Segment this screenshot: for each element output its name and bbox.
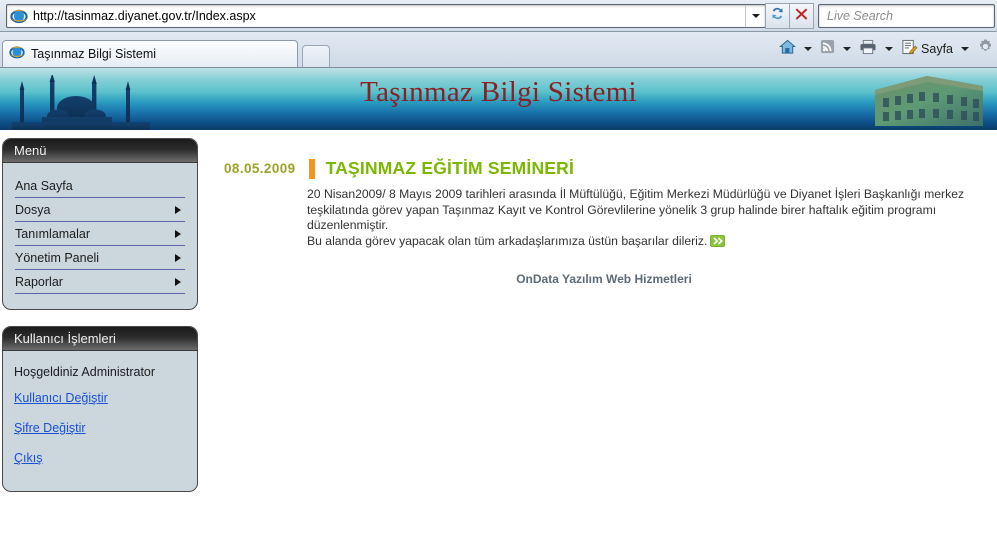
sidebar-item-dosya[interactable]: Dosya [15,198,185,222]
user-panel-title: Kullanıcı İşlemleri [14,331,116,346]
site-banner: Taşınmaz Bilgi Sistemi [0,68,997,130]
news-article: 08.05.2009 TAŞINMAZ EĞİTİM SEMİNERİ 20 N… [224,158,984,249]
page-footer: OnData Yazılım Web Hizmetleri [516,272,692,286]
menu-panel: Menü Ana Sayfa Dosya Tanımlamalar Yöneti… [2,138,198,310]
menu-panel-body: Ana Sayfa Dosya Tanımlamalar Yönetim Pan… [3,163,197,309]
article-body: 20 Nisan2009/ 8 Mayıs 2009 tarihleri ara… [307,187,972,249]
stop-button[interactable] [789,2,814,29]
rss-feed-icon [820,39,835,59]
chevron-right-icon [175,253,181,262]
sidebar-item-label: Yönetim Paneli [15,250,100,265]
home-button[interactable] [776,37,799,61]
banner-title: Taşınmaz Bilgi Sistemi [360,76,637,108]
command-bar: Sayfa [776,31,997,67]
building-photo-image [875,76,983,126]
print-icon [859,39,877,60]
stop-icon [794,6,809,26]
user-panel-body: Hoşgeldiniz Administrator Kullanıcı Deği… [3,351,197,491]
change-password-link[interactable]: Şifre Değiştir [14,421,86,435]
article-divider-bar [308,158,315,179]
internet-explorer-icon [10,7,28,25]
feeds-button[interactable] [817,37,838,61]
refresh-icon [770,6,785,26]
tab-favicon-icon [9,44,25,65]
sidebar-item-raporlar[interactable]: Raporlar [15,270,185,294]
article-header: 08.05.2009 TAŞINMAZ EĞİTİM SEMİNERİ [224,158,984,179]
browser-tab-active[interactable]: Taşınmaz Bilgi Sistemi [2,40,298,67]
print-dropdown-icon[interactable] [885,47,894,51]
address-bar[interactable]: http://tasinmaz.diyanet.gov.tr/Index.asp… [6,3,766,28]
user-panel: Kullanıcı İşlemleri Hoşgeldiniz Administ… [2,326,198,492]
chevron-right-icon [175,229,181,238]
article-date: 08.05.2009 [224,161,296,176]
page-content: Menü Ana Sayfa Dosya Tanımlamalar Yöneti… [0,130,997,548]
user-panel-header: Kullanıcı İşlemleri [3,327,197,351]
sidebar-item-tanimlamalar[interactable]: Tanımlamalar [15,222,185,246]
article-paragraph-2-wrapper: Bu alanda görev yapacak olan tüm arkadaş… [307,234,972,250]
new-tab-button[interactable] [302,45,330,67]
tools-button[interactable] [974,37,997,61]
sidebar-item-label: Raporlar [15,274,63,289]
refresh-button[interactable] [765,2,790,29]
article-paragraph-2: Bu alanda görev yapacak olan tüm arkadaş… [307,233,708,248]
sidebar-item-label: Ana Sayfa [15,178,73,193]
search-input[interactable]: Live Search [818,3,995,28]
page-menu-button[interactable]: Sayfa [898,37,956,61]
page-icon [901,39,918,60]
address-bar-text[interactable]: http://tasinmaz.diyanet.gov.tr/Index.asp… [33,9,256,23]
sidebar-item-label: Dosya [15,202,51,217]
chevron-right-icon [175,277,181,286]
feeds-dropdown-icon[interactable] [843,47,852,51]
logout-link[interactable]: Çıkış [14,451,42,465]
home-icon [779,39,796,60]
page-menu-label: Sayfa [921,42,953,56]
gear-icon [977,38,994,60]
tab-title: Taşınmaz Bilgi Sistemi [31,47,157,61]
page-menu-dropdown-icon[interactable] [961,47,969,51]
home-dropdown-icon[interactable] [804,47,813,51]
address-bar-row: http://tasinmaz.diyanet.gov.tr/Index.asp… [0,0,997,32]
menu-panel-header: Menü [3,139,197,163]
sidebar-item-yonetim-paneli[interactable]: Yönetim Paneli [15,246,185,270]
sidebar-item-ana-sayfa[interactable]: Ana Sayfa [15,174,185,198]
double-chevron-right-icon[interactable] [710,234,726,247]
tab-bar: Taşınmaz Bilgi Sistemi Sayfa [0,32,997,68]
search-placeholder: Live Search [827,8,894,23]
article-title: TAŞINMAZ EĞİTİM SEMİNERİ [325,158,575,178]
chevron-right-icon [175,205,181,214]
menu-panel-title: Menü [14,143,47,158]
sidebar-item-label: Tanımlamalar [15,226,91,241]
browser-chrome: http://tasinmaz.diyanet.gov.tr/Index.asp… [0,0,997,68]
print-button[interactable] [856,37,880,61]
change-user-link[interactable]: Kullanıcı Değiştir [14,391,108,405]
welcome-message: Hoşgeldiniz Administrator [14,365,156,379]
address-dropdown-icon[interactable] [745,4,765,27]
article-paragraph-1: 20 Nisan2009/ 8 Mayıs 2009 tarihleri ara… [307,187,965,233]
